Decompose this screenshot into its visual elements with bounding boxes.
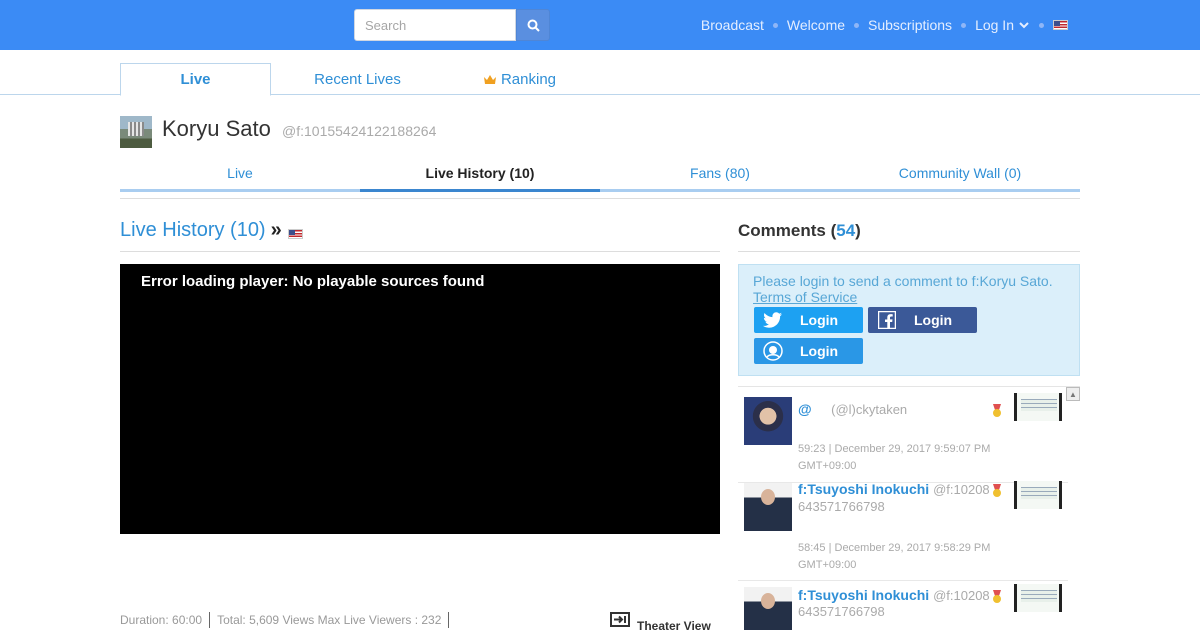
nav-broadcast[interactable]: Broadcast — [701, 17, 764, 33]
stats-separator — [209, 612, 211, 628]
commenter-avatar[interactable] — [744, 587, 792, 630]
us-flag-icon[interactable] — [1053, 20, 1068, 30]
medal-icon — [993, 484, 1001, 497]
login-message-text: Please login to send a comment to f:Kory… — [753, 273, 1053, 289]
comment-thumbnail[interactable] — [1014, 393, 1062, 421]
commenter-name[interactable]: f:Tsuyoshi Inokuchi @f:10208 — [798, 587, 990, 603]
comment-list[interactable]: ▲ @ (@l)ckytaken 59:23 | December 29, 20… — [738, 386, 1080, 630]
twitter-login-button[interactable]: Login — [754, 307, 863, 333]
views-text: Total: 5,609 Views Max Live Viewers : 23… — [217, 613, 442, 627]
login-message: Please login to send a comment to f:Kory… — [753, 273, 1053, 305]
search-input[interactable] — [354, 9, 516, 41]
player-error-message: Error loading player: No playable source… — [141, 273, 485, 290]
profile-avatar[interactable] — [120, 116, 152, 148]
terms-of-service-link[interactable]: Terms of Service — [753, 289, 857, 305]
profile-tab-live-history[interactable]: Live History (10) — [360, 156, 600, 192]
comment-login-box: Please login to send a comment to f:Kory… — [738, 264, 1080, 376]
search-button[interactable] — [516, 9, 550, 41]
nav-separator — [854, 22, 860, 28]
raquo-icon: » — [270, 219, 282, 241]
comment-meta: 59:23 | December 29, 2017 9:59:07 PM GMT… — [798, 443, 991, 472]
comment-item: @ (@l)ckytaken 59:23 | December 29, 2017… — [738, 391, 1068, 483]
nav-separator — [772, 22, 778, 28]
tab-recent-lives[interactable]: Recent Lives — [282, 63, 433, 95]
divider — [120, 251, 720, 252]
video-player[interactable]: Error loading player: No playable source… — [120, 264, 720, 534]
comments-count: 54 — [836, 221, 856, 240]
comments-title: Comments — [738, 221, 826, 240]
divider — [120, 198, 1080, 199]
commenter-avatar[interactable] — [744, 397, 792, 445]
stats-separator — [448, 612, 450, 628]
duration-text: Duration: 60:00 — [120, 613, 203, 627]
nav-subscriptions[interactable]: Subscriptions — [868, 17, 952, 33]
commenter-handle: (@l)ckytaken — [831, 402, 908, 417]
twitcasting-icon — [760, 338, 786, 364]
comment-thumbnail[interactable] — [1014, 481, 1062, 509]
commenter-handle: @f:10208 — [933, 482, 990, 497]
tab-live[interactable]: Live — [120, 63, 271, 96]
commenter-name[interactable]: @ (@l)ckytaken — [798, 401, 907, 417]
twitter-icon — [760, 307, 786, 333]
nav-welcome[interactable]: Welcome — [787, 17, 845, 33]
theater-view-button[interactable]: Theater View — [610, 612, 711, 630]
search-icon — [527, 19, 540, 32]
theater-view-label: Theater View — [637, 619, 711, 630]
scroll-up-arrow-icon[interactable]: ▲ — [1066, 387, 1080, 401]
comment-thumbnail[interactable] — [1014, 584, 1062, 612]
profile-tab-community-wall[interactable]: Community Wall (0) — [840, 156, 1080, 192]
commenter-handle-cont: 643571766798 — [798, 499, 885, 514]
live-history-title[interactable]: Live History (10) — [120, 219, 266, 242]
twitcasting-login-button[interactable]: Login — [754, 338, 863, 364]
profile-name[interactable]: Koryu Sato — [162, 116, 271, 142]
medal-icon — [993, 590, 1001, 603]
commenter-name[interactable]: f:Tsuyoshi Inokuchi @f:10208 — [798, 481, 990, 497]
profile-id: @f:10155424122188264 — [282, 123, 437, 139]
comments-heading: Comments (54) — [738, 221, 861, 240]
twitcasting-login-label: Login — [800, 343, 839, 359]
search-box — [354, 9, 550, 41]
profile-tabs: Live Live History (10) Fans (80) Communi… — [120, 156, 1080, 200]
facebook-icon — [874, 307, 900, 333]
facebook-login-button[interactable]: Login — [868, 307, 977, 333]
theater-view-icon — [610, 612, 630, 627]
top-bar: Broadcast Welcome Subscriptions Log In — [0, 0, 1200, 50]
live-history-heading: Live History (10) » — [120, 219, 303, 242]
nav-separator — [961, 22, 967, 28]
login-label: Log In — [975, 17, 1014, 33]
profile-tab-fans[interactable]: Fans (80) — [600, 156, 840, 192]
commenter-handle-cont: 643571766798 — [798, 604, 885, 619]
login-menu[interactable]: Log In — [975, 17, 1030, 33]
top-nav: Broadcast Welcome Subscriptions Log In — [701, 0, 1068, 50]
commenter-avatar[interactable] — [744, 483, 792, 531]
chevron-down-icon — [1019, 22, 1029, 29]
comment-meta: 58:45 | December 29, 2017 9:58:29 PM GMT… — [798, 542, 991, 571]
twitter-login-label: Login — [800, 312, 839, 328]
medal-icon — [993, 404, 1001, 417]
divider — [738, 251, 1080, 252]
nav-separator — [1039, 22, 1044, 28]
crown-icon — [483, 74, 496, 84]
main-tabs: Live Recent Lives Ranking — [0, 50, 1200, 96]
us-flag-icon — [287, 228, 303, 239]
comment-item: f:Tsuyoshi Inokuchi @f:10208 64357176679… — [738, 481, 1068, 581]
tab-ranking[interactable]: Ranking — [444, 63, 595, 95]
comment-item: f:Tsuyoshi Inokuchi @f:10208 64357176679… — [738, 584, 1068, 630]
facebook-login-label: Login — [914, 312, 953, 328]
profile-tab-live[interactable]: Live — [120, 156, 360, 192]
commenter-handle: @f:10208 — [933, 588, 990, 603]
live-stats: Duration: 60:00 Total: 5,609 Views Max L… — [120, 612, 456, 628]
